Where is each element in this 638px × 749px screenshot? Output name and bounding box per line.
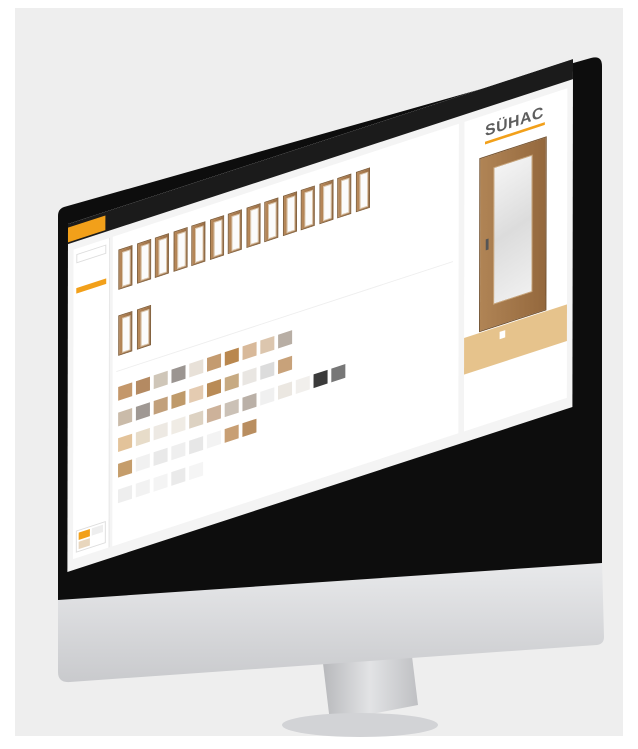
material-swatch[interactable] — [278, 330, 293, 349]
material-swatch[interactable] — [313, 369, 328, 389]
door-thumbnail[interactable] — [154, 233, 169, 279]
material-swatch[interactable] — [135, 427, 150, 447]
door-thumbnail[interactable] — [246, 203, 261, 249]
door-thumbnail[interactable] — [118, 310, 133, 356]
material-swatch[interactable] — [118, 459, 133, 478]
thumbnail-swatch — [91, 524, 103, 536]
material-swatch[interactable] — [189, 384, 204, 404]
material-swatch[interactable] — [189, 436, 204, 455]
preview-door-glass — [493, 154, 533, 305]
door-thumbnail[interactable] — [318, 179, 334, 225]
material-swatch[interactable] — [118, 382, 133, 401]
material-swatch[interactable] — [171, 390, 186, 409]
material-swatch[interactable] — [278, 355, 293, 375]
door-thumbnail[interactable] — [136, 305, 151, 350]
material-swatch[interactable] — [189, 359, 204, 378]
material-swatch[interactable] — [206, 430, 221, 449]
preview-floor-marker — [499, 330, 506, 340]
material-swatch[interactable] — [171, 416, 186, 435]
door-thumbnail[interactable] — [264, 197, 279, 243]
material-swatch[interactable] — [153, 422, 168, 441]
door-thumbnail[interactable] — [300, 185, 315, 231]
door-thumbnail[interactable] — [136, 239, 151, 284]
material-swatch[interactable] — [153, 447, 168, 467]
material-swatch[interactable] — [260, 387, 275, 406]
door-thumbnail[interactable] — [118, 245, 133, 290]
imac-stand-base — [282, 713, 438, 737]
material-swatch[interactable] — [135, 453, 150, 472]
section-divider — [116, 261, 454, 373]
material-swatch[interactable] — [118, 433, 133, 453]
door-thumbnail[interactable] — [337, 173, 352, 219]
material-swatch[interactable] — [118, 408, 133, 427]
material-swatch[interactable] — [189, 410, 204, 429]
door-thumbnail[interactable] — [209, 215, 224, 261]
door-thumbnail[interactable] — [173, 227, 188, 273]
material-swatch[interactable] — [295, 375, 310, 394]
door-handle-icon — [485, 238, 489, 251]
material-swatch[interactable] — [189, 461, 204, 481]
material-swatch[interactable] — [224, 424, 239, 443]
material-swatch[interactable] — [206, 404, 221, 423]
material-swatch[interactable] — [242, 341, 257, 361]
door-thumbnail[interactable] — [191, 221, 206, 267]
material-swatch[interactable] — [153, 396, 168, 415]
material-swatch[interactable] — [171, 441, 186, 461]
material-swatch[interactable] — [153, 473, 168, 492]
material-swatch[interactable] — [153, 370, 168, 390]
door-thumbnail[interactable] — [355, 167, 370, 213]
thumbnail-swatch — [78, 538, 90, 550]
material-swatch[interactable] — [135, 376, 150, 395]
preview-door — [479, 136, 547, 333]
material-swatch[interactable] — [260, 335, 275, 355]
material-swatch[interactable] — [260, 361, 275, 380]
material-swatch[interactable] — [206, 379, 222, 398]
material-swatch[interactable] — [135, 479, 150, 498]
material-swatch[interactable] — [224, 398, 239, 418]
door-thumbnail[interactable] — [227, 209, 242, 255]
door-thumbnail[interactable] — [282, 191, 297, 237]
preview-panel: SÜHAC — [463, 88, 568, 432]
material-swatch[interactable] — [331, 364, 346, 383]
material-swatch[interactable] — [224, 347, 239, 366]
material-swatch[interactable] — [207, 353, 222, 372]
material-swatch[interactable] — [242, 393, 257, 412]
sidebar-thumbnail[interactable] — [75, 521, 106, 553]
material-swatch[interactable] — [135, 402, 150, 421]
suhac-logo: SÜHAC — [485, 103, 544, 140]
material-swatch[interactable] — [171, 364, 186, 384]
material-swatch[interactable] — [277, 381, 293, 400]
sidebar — [73, 237, 111, 560]
material-swatch[interactable] — [224, 373, 239, 392]
material-swatch[interactable] — [171, 467, 186, 486]
material-swatch[interactable] — [242, 418, 257, 438]
material-swatch[interactable] — [117, 484, 133, 504]
material-swatch[interactable] — [242, 367, 257, 386]
